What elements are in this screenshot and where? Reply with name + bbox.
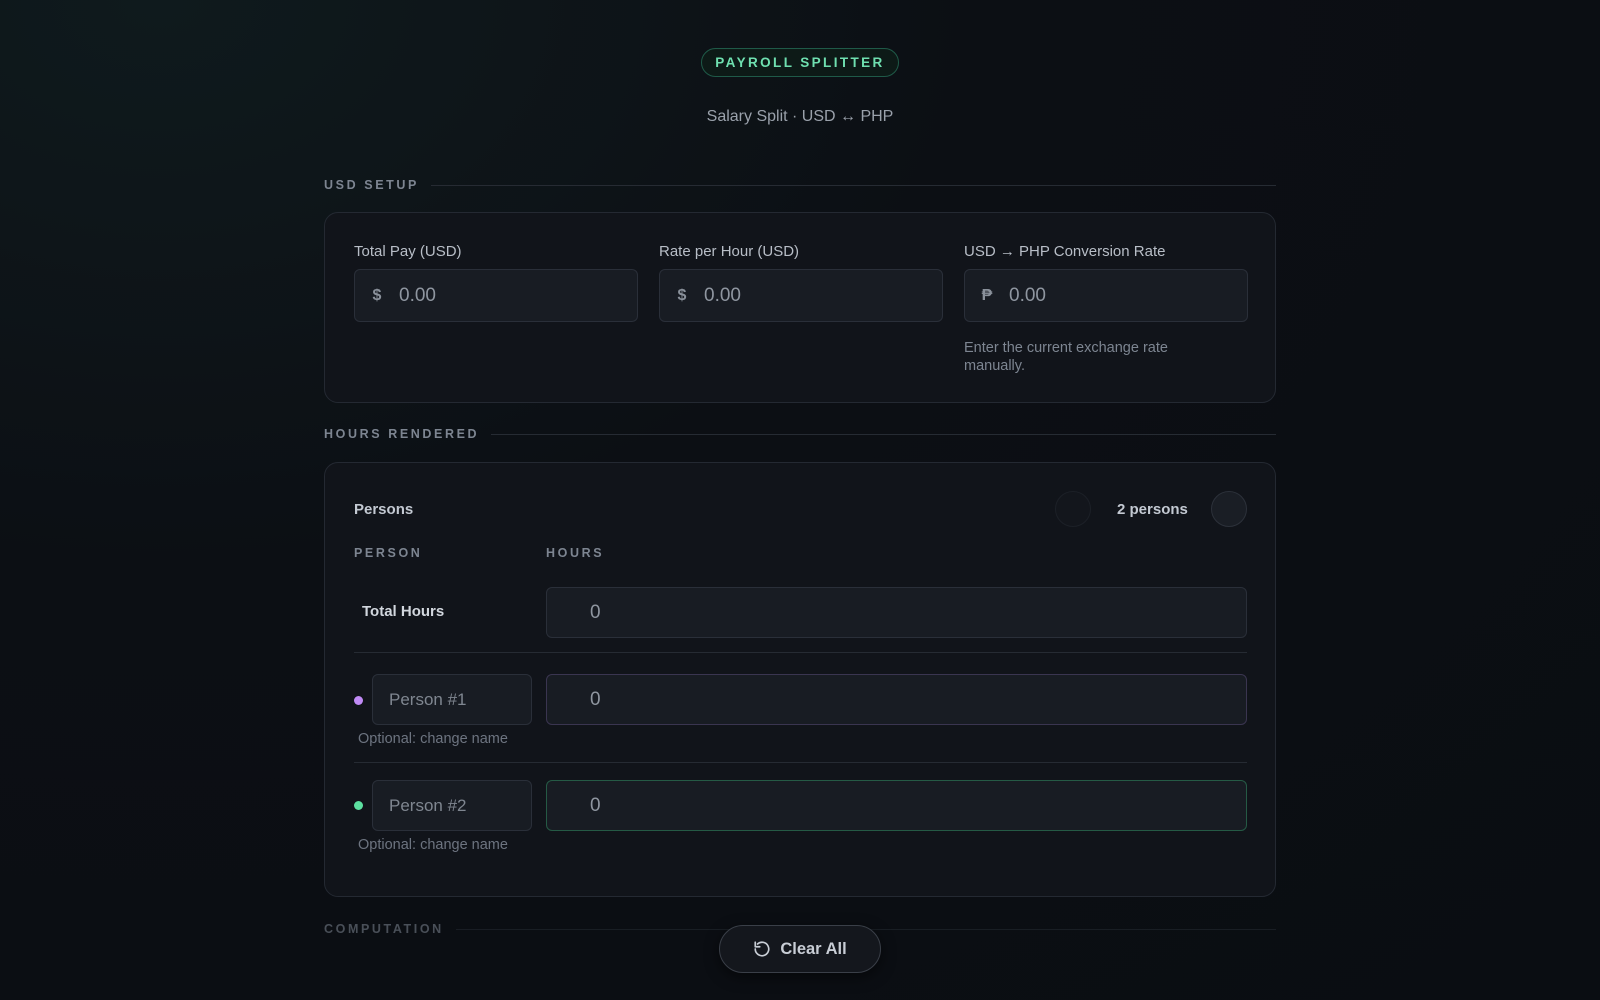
person-2-hint: Optional: change name <box>358 837 508 853</box>
total-pay-input[interactable]: $ 0.00 <box>354 269 638 322</box>
add-person-button[interactable] <box>1211 491 1247 527</box>
remove-person-button[interactable] <box>1055 491 1091 527</box>
row-divider <box>354 652 1247 653</box>
person-count: 2 persons <box>1117 501 1188 518</box>
dollar-icon: $ <box>372 286 382 304</box>
peso-icon: ₱ <box>981 286 993 304</box>
hours-card: Persons 2 persons PERSON HOURS Total Hou… <box>324 462 1276 897</box>
person-2-color-dot <box>354 801 363 810</box>
conversion-rate-placeholder: 0.00 <box>1009 284 1046 306</box>
section-divider <box>430 184 1276 186</box>
app-subtitle: Salary Split · USD ↔ PHP <box>706 108 894 125</box>
section-divider <box>491 433 1276 435</box>
rate-per-hour-input[interactable]: $ 0.00 <box>659 269 943 322</box>
rate-per-hour-label: Rate per Hour (USD) <box>659 243 800 260</box>
conversion-rate-hint: Enter the current exchange rate manually… <box>964 340 1168 374</box>
rate-per-hour-placeholder: 0.00 <box>704 284 741 306</box>
conversion-rate-label: USD → PHP Conversion Rate <box>964 243 1166 260</box>
col-head-hours: HOURS <box>546 546 605 560</box>
total-hours-label: Total Hours <box>362 603 445 620</box>
app-badge: PAYROLL SPLITTER <box>701 48 899 77</box>
person-1-hours-input[interactable]: 0 <box>546 674 1247 725</box>
hours-rendered-section-label: HOURS RENDERED <box>324 426 1276 442</box>
row-divider <box>354 762 1247 763</box>
usd-setup-card: Total Pay (USD) $ 0.00 Rate per Hour (US… <box>324 212 1276 403</box>
total-pay-label: Total Pay (USD) <box>354 243 462 260</box>
person-2-hours-value: 0 <box>590 794 601 816</box>
total-hours-input[interactable]: 0 <box>546 587 1247 638</box>
usd-setup-section-label: USD SETUP <box>324 177 1276 193</box>
dollar-icon: $ <box>677 286 687 304</box>
person-2-hours-input[interactable]: 0 <box>546 780 1247 831</box>
clear-all-button[interactable]: Clear All <box>719 925 881 973</box>
person-2-name-placeholder: Person #2 <box>389 795 467 815</box>
person-1-color-dot <box>354 696 363 705</box>
reset-icon <box>754 941 770 957</box>
persons-title: Persons <box>354 501 414 518</box>
col-head-person: PERSON <box>354 546 423 560</box>
person-1-name-input[interactable]: Person #1 <box>372 674 532 725</box>
person-2-name-input[interactable]: Person #2 <box>372 780 532 831</box>
person-1-name-placeholder: Person #1 <box>389 689 467 709</box>
person-1-hours-value: 0 <box>590 688 601 710</box>
conversion-rate-input[interactable]: ₱ 0.00 <box>964 269 1248 322</box>
clear-all-label: Clear All <box>780 939 847 958</box>
total-hours-value: 0 <box>590 601 601 623</box>
total-pay-placeholder: 0.00 <box>399 284 436 306</box>
person-1-hint: Optional: change name <box>358 731 508 747</box>
